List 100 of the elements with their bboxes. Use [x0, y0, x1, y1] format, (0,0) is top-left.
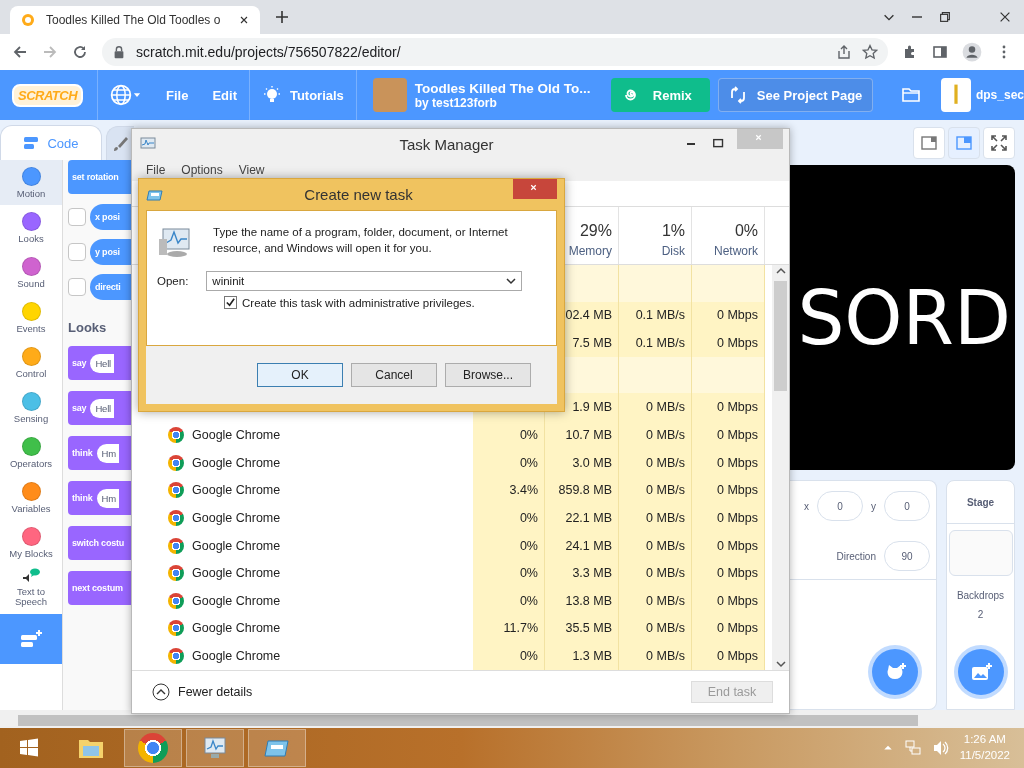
table-cell: 0 MB/s [619, 587, 692, 615]
code-block[interactable]: switch costu [68, 526, 131, 560]
dialog-button[interactable]: Browse... [445, 363, 531, 387]
blocks-plus-icon [19, 629, 43, 649]
block-input[interactable]: Hell [90, 353, 114, 373]
stage-size-button[interactable] [913, 126, 945, 159]
browser-tab[interactable]: Toodles Killed The Old Toodles o [10, 6, 260, 34]
chrome-icon [168, 426, 184, 443]
checkbox[interactable] [68, 208, 86, 226]
block-label: think [72, 493, 93, 503]
add-extension-button[interactable] [0, 614, 62, 664]
small-stage-icon [921, 134, 937, 151]
table-cell: 35.5 MB [545, 614, 619, 643]
column-header[interactable]: 0% Network [692, 207, 765, 264]
category-button[interactable]: Motion [0, 160, 62, 205]
user-avatar[interactable] [941, 78, 971, 112]
chrome-icon [168, 648, 184, 665]
category-button[interactable]: Sensing [0, 385, 62, 430]
chrome-icon [168, 454, 184, 471]
process-name[interactable]: Google Chrome [192, 593, 281, 608]
stage-canvas[interactable]: SORD [790, 165, 1015, 470]
costumes-tab[interactable] [106, 126, 134, 160]
menu-item[interactable]: File [146, 163, 166, 177]
block-input[interactable]: Hell [90, 398, 114, 418]
large-stage-icon [956, 134, 972, 151]
chrome-icon [168, 620, 184, 637]
monitor-graph-icon [140, 136, 156, 152]
menu-item[interactable]: View [238, 163, 265, 177]
scrollbar-thumb[interactable] [18, 715, 918, 726]
close-icon [238, 14, 250, 26]
category-button[interactable]: Text to Speech [0, 565, 62, 610]
checkbox[interactable] [68, 243, 86, 261]
fullscreen-button[interactable] [983, 126, 1015, 159]
checkbox-label[interactable]: Create this task with administrative privileges. [242, 296, 475, 309]
checkbox[interactable] [224, 296, 237, 309]
plus-icon [274, 9, 290, 25]
category-heading: Looks [68, 320, 108, 335]
process-name[interactable]: Google Chrome [192, 649, 281, 664]
process-name[interactable]: Google Chrome [192, 427, 281, 442]
category-button[interactable]: My Blocks [0, 520, 62, 565]
table-cell: 0 Mbps [692, 421, 765, 449]
table-cell: 0 MB/s [619, 504, 692, 532]
category-button[interactable]: Sound [0, 250, 62, 295]
window-title: Task Manager [398, 135, 495, 153]
column-header[interactable]: 1% Disk [619, 207, 692, 264]
backdrop-thumbnail[interactable] [948, 530, 1013, 576]
taskbar-app-button[interactable] [186, 729, 244, 767]
table-cell: 0% [473, 559, 545, 587]
taskbar-app-button[interactable] [248, 729, 306, 767]
menu-item[interactable]: Options [181, 163, 223, 177]
table-cell: 0 Mbps [692, 559, 765, 587]
scrollbar-thumb[interactable] [774, 281, 787, 391]
category-button[interactable]: Control [0, 340, 62, 385]
chrome-icon [168, 537, 184, 554]
block-input[interactable]: Hm [96, 488, 119, 508]
table-cell: 0% [473, 448, 545, 477]
code-block[interactable]: think Hm [68, 481, 131, 515]
process-name[interactable]: Google Chrome [192, 566, 281, 581]
process-name[interactable]: Google Chrome [192, 455, 281, 470]
process-name[interactable]: Google Chrome [192, 538, 281, 553]
table-cell: 0 MB/s [619, 393, 692, 422]
globe-icon [110, 84, 132, 106]
category-button[interactable]: Events [0, 295, 62, 340]
code-block[interactable]: think Hm [68, 436, 131, 470]
close-icon [998, 10, 1012, 24]
table-cell: 0 MB/s [619, 476, 692, 505]
category-button[interactable]: Variables [0, 475, 62, 520]
dialog-button[interactable]: OK [257, 363, 343, 387]
table-cell: 0 MB/s [619, 642, 692, 670]
code-block[interactable]: say Hell [68, 346, 131, 380]
add-sprite-button[interactable] [872, 649, 918, 695]
block-input[interactable]: Hm [96, 443, 119, 463]
category-button[interactable]: Looks [0, 205, 62, 250]
table-cell: 1.3 MB [545, 642, 619, 670]
minimize-icon [912, 16, 922, 18]
process-name[interactable]: Google Chrome [192, 621, 281, 636]
fewer-details-button[interactable]: Fewer details [146, 682, 259, 702]
chrome-icon [168, 482, 184, 499]
taskbar-app-button[interactable] [124, 729, 182, 767]
backdrops-count: 2 [977, 609, 984, 620]
process-name[interactable]: Google Chrome [192, 510, 281, 525]
chrome-icon [168, 592, 184, 609]
block-label: next costum [72, 583, 123, 593]
code-block[interactable]: say Hell [68, 391, 131, 425]
table-cell: 0% [473, 531, 545, 560]
folder-icon [901, 85, 922, 105]
chevron-down-icon [505, 275, 518, 287]
category-button[interactable]: Operators [0, 430, 62, 475]
address-bar[interactable]: scratch.mit.edu/projects/756507822/editor/ [102, 38, 888, 66]
process-name[interactable]: Google Chrome [192, 483, 281, 498]
dialog-button[interactable]: Cancel [351, 363, 437, 387]
table-cell: 22.1 MB [545, 504, 619, 532]
code-block[interactable]: next costum [68, 571, 131, 605]
close-button[interactable] [513, 179, 557, 199]
table-cell: 0 MB/s [619, 421, 692, 449]
table-cell: 0 Mbps [692, 504, 765, 532]
checkbox[interactable] [68, 278, 86, 296]
add-backdrop-button[interactable] [957, 649, 1004, 695]
checkmark-icon [225, 297, 236, 308]
open-combo-box[interactable]: wininit [206, 271, 523, 291]
